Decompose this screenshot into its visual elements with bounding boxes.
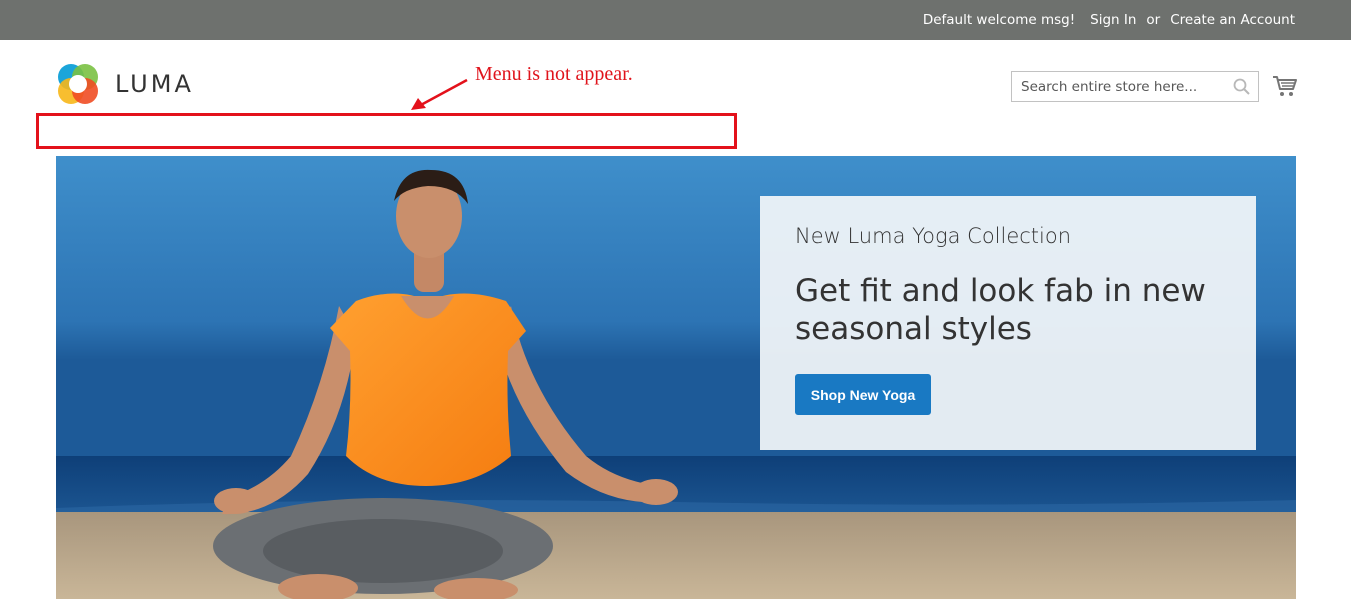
shop-new-yoga-button[interactable]: Shop New Yoga: [795, 374, 931, 415]
luma-logo-icon: [58, 64, 98, 104]
sign-in-link[interactable]: Sign In: [1090, 12, 1136, 28]
search-button[interactable]: [1232, 77, 1252, 97]
promo-headline: Get fit and look fab in new seasonal sty…: [795, 273, 1206, 347]
or-separator: or: [1146, 12, 1161, 28]
header-links: Default welcome msg! Sign In or Create a…: [923, 0, 1295, 40]
logo-text: LUMA: [115, 70, 194, 98]
promo-kicker: New Luma Yoga Collection: [795, 224, 1072, 248]
search-input[interactable]: [1012, 72, 1231, 101]
promo-block: New Luma Yoga Collection Get fit and loo…: [760, 196, 1256, 450]
welcome-message: Default welcome msg!: [922, 12, 1076, 28]
header-panel: Default welcome msg! Sign In or Create a…: [0, 0, 1351, 40]
search-icon: [1233, 78, 1250, 95]
annotation-arrow-icon: [411, 78, 468, 110]
hero-banner: New Luma Yoga Collection Get fit and loo…: [56, 156, 1296, 599]
cart-icon: [1273, 76, 1297, 96]
minicart-link[interactable]: [1272, 74, 1298, 98]
logo-link[interactable]: LUMA: [56, 61, 194, 107]
create-account-link[interactable]: Create an Account: [1170, 12, 1295, 28]
annotation-text: Menu is not appear.: [475, 63, 633, 85]
annotation-highlight-box: [36, 113, 737, 149]
search-box: [1011, 71, 1259, 102]
